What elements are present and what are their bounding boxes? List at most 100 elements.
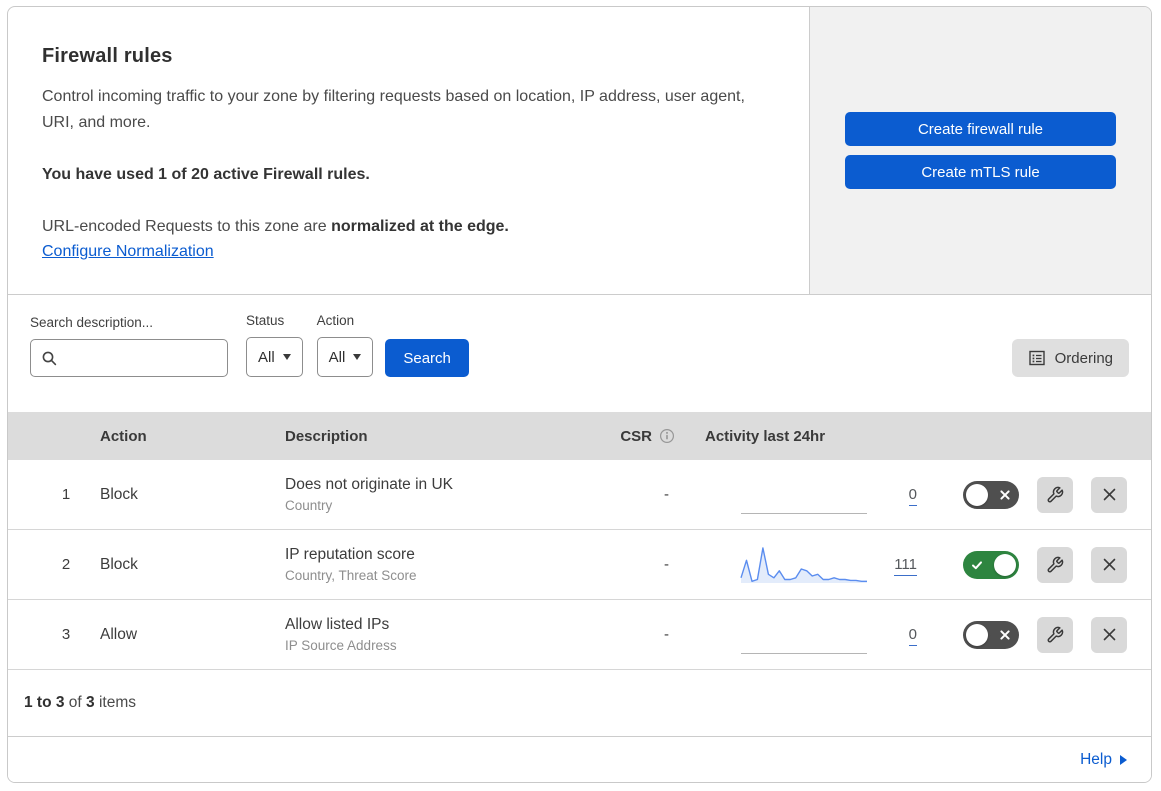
activity-count-link[interactable]: 111 [875, 556, 917, 576]
of-text: of [68, 694, 82, 711]
rule-enabled-toggle[interactable] [963, 620, 1019, 649]
rule-priority: 1 [61, 486, 71, 503]
normalization-bold: normalized at the edge. [331, 217, 509, 235]
rule-fields: Country, Threat Score [285, 568, 417, 583]
activity-sparkline [740, 546, 867, 583]
action-label: Action [316, 313, 355, 328]
rule-action: Block [100, 555, 138, 573]
search-button[interactable]: Search [385, 339, 469, 377]
activity-sparkline [741, 512, 867, 514]
toggle-knob [966, 483, 988, 506]
rule-description-cell: Allow listed IPs IP Source Address [285, 616, 605, 653]
rule-controls [963, 476, 1127, 513]
delete-rule-button[interactable] [1091, 546, 1127, 583]
status-label: Status [246, 313, 285, 328]
firewall-rules-card: Firewall rules Control incoming traffic … [7, 6, 1152, 783]
activity-count-link[interactable]: 0 [875, 626, 917, 646]
rule-activity-cell: 0 [681, 615, 963, 655]
toggle-knob [994, 553, 1016, 576]
normalization-note: URL-encoded Requests to this zone are no… [42, 218, 767, 236]
rule-fields: IP Source Address [285, 638, 397, 653]
csr-column-label: CSR [620, 427, 652, 445]
total-text: 3 [86, 694, 95, 711]
close-icon [1102, 487, 1117, 502]
edit-rule-button[interactable] [1037, 546, 1073, 583]
edit-rule-button[interactable] [1037, 476, 1073, 513]
rule-priority: 2 [61, 556, 71, 573]
search-group: Search description... [30, 315, 251, 377]
help-link[interactable]: Help [1080, 751, 1127, 769]
range-text: 1 to 3 [24, 694, 65, 711]
page-description: Control incoming traffic to your zone by… [42, 88, 745, 131]
pagination-summary: 1 to 3 of 3 items [8, 670, 1151, 736]
create-mtls-rule-button[interactable]: Create mTLS rule [845, 155, 1116, 189]
rule-description: Allow listed IPs [285, 616, 390, 633]
ordering-button[interactable]: Ordering [1011, 339, 1129, 377]
rule-action: Block [100, 485, 138, 503]
chevron-down-icon [353, 354, 362, 360]
search-input[interactable] [66, 349, 251, 367]
rule-controls [963, 616, 1127, 653]
wrench-icon [1046, 626, 1064, 644]
help-label: Help [1080, 750, 1112, 768]
x-icon [999, 629, 1011, 641]
check-icon [971, 559, 983, 571]
table-row: 1 Block Does not originate in UK Country… [8, 460, 1151, 530]
rule-csr-value: - [664, 556, 669, 573]
description-column-header: Description [285, 427, 368, 445]
rule-enabled-toggle[interactable] [963, 480, 1019, 509]
wrench-icon [1046, 556, 1064, 574]
wrench-icon [1046, 486, 1064, 504]
rule-csr-value: - [664, 486, 669, 503]
delete-rule-button[interactable] [1091, 476, 1127, 513]
activity-sparkline [741, 652, 867, 654]
normalization-prefix: URL-encoded Requests to this zone are [42, 217, 332, 235]
rule-fields: Country [285, 498, 333, 513]
table-row: 2 Block IP reputation score Country, Thr… [8, 530, 1151, 600]
chevron-down-icon [282, 354, 291, 360]
actions-panel: Create firewall rule Create mTLS rule [809, 7, 1151, 294]
rule-description-cell: Does not originate in UK Country [285, 476, 605, 513]
rule-description: Does not originate in UK [285, 476, 454, 493]
status-filter-group: Status All [246, 313, 303, 377]
info-icon[interactable] [659, 428, 675, 444]
rule-priority: 3 [61, 626, 71, 643]
ordering-list-icon [1028, 349, 1046, 367]
status-dropdown-value: All [258, 348, 275, 366]
header-info: Firewall rules Control incoming traffic … [8, 7, 809, 294]
status-dropdown[interactable]: All [246, 337, 303, 377]
header-band: Firewall rules Control incoming traffic … [8, 7, 1151, 295]
arrow-right-icon [1120, 754, 1127, 765]
action-filter-group: Action All [316, 313, 374, 377]
help-bar: Help [8, 736, 1151, 782]
toggle-knob [966, 623, 988, 646]
search-label: Search description... [30, 315, 154, 330]
rule-controls [963, 546, 1127, 583]
x-icon [999, 489, 1011, 501]
close-icon [1102, 627, 1117, 642]
items-text: items [98, 694, 137, 711]
close-icon [1102, 557, 1117, 572]
rule-enabled-toggle[interactable] [963, 550, 1019, 579]
delete-rule-button[interactable] [1091, 616, 1127, 653]
rule-csr-value: - [664, 626, 669, 643]
activity-count-link[interactable]: 0 [875, 486, 917, 506]
activity-column-header: Activity last 24hr [705, 427, 826, 445]
rule-description: IP reputation score [285, 546, 415, 563]
edit-rule-button[interactable] [1037, 616, 1073, 653]
configure-normalization-link[interactable]: Configure Normalization [42, 243, 214, 260]
table-header: Action Description CSR Activity last 24h… [8, 412, 1151, 460]
rule-action: Allow [100, 625, 138, 643]
search-input-wrapper [30, 339, 251, 377]
action-column-header: Action [100, 427, 147, 445]
rule-description-cell: IP reputation score Country, Threat Scor… [285, 546, 605, 583]
rule-activity-cell: 0 [681, 475, 963, 515]
rule-activity-cell: 111 [681, 545, 963, 585]
csr-column-header: CSR [605, 428, 681, 445]
action-dropdown[interactable]: All [316, 337, 374, 377]
ordering-button-label: Ordering [1054, 349, 1113, 367]
page-title: Firewall rules [42, 45, 173, 67]
firewall-rules-page: Firewall rules Control incoming traffic … [0, 0, 1161, 791]
filter-bar: Search description... Status All Action [8, 295, 1151, 412]
create-firewall-rule-button[interactable]: Create firewall rule [845, 112, 1116, 146]
